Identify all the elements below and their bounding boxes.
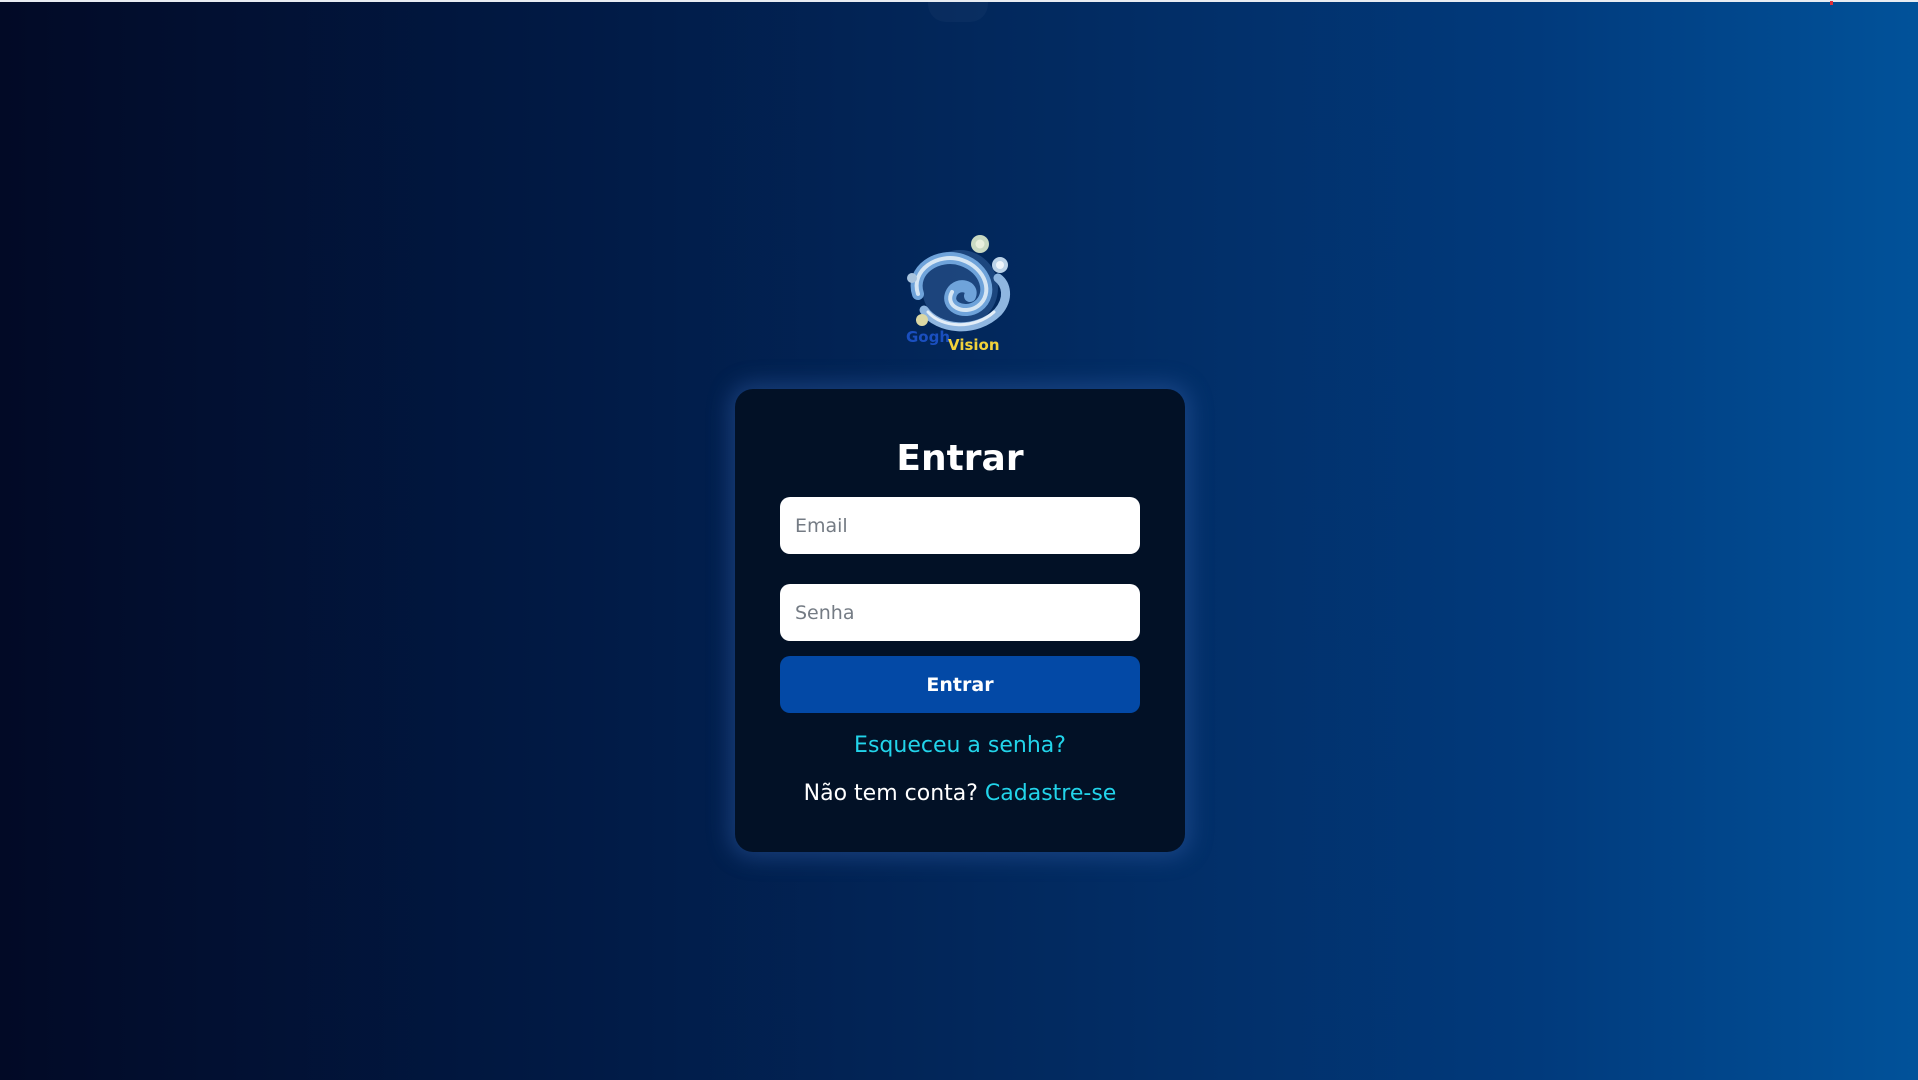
- page-title: Entrar: [896, 438, 1024, 479]
- swirl-logo-icon: [907, 235, 1010, 332]
- signup-prompt: Não tem conta? Cadastre-se: [735, 779, 1185, 809]
- logo: Gogh Vision: [906, 235, 1010, 354]
- forgot-password-link[interactable]: Esqueceu a senha?: [735, 731, 1185, 761]
- status-dot: [1830, 1, 1833, 5]
- login-button[interactable]: Entrar: [780, 656, 1140, 713]
- logo-text-vision: Vision: [948, 336, 1000, 354]
- top-notch: [928, 2, 988, 22]
- signup-link[interactable]: Cadastre-se: [985, 781, 1116, 806]
- logo-text-gogh: Gogh: [906, 328, 950, 346]
- password-field[interactable]: [780, 584, 1140, 641]
- email-field[interactable]: [780, 497, 1140, 554]
- login-card: Entrar Entrar Esqueceu a senha? Não tem …: [735, 389, 1185, 852]
- no-account-label: Não tem conta?: [803, 781, 985, 806]
